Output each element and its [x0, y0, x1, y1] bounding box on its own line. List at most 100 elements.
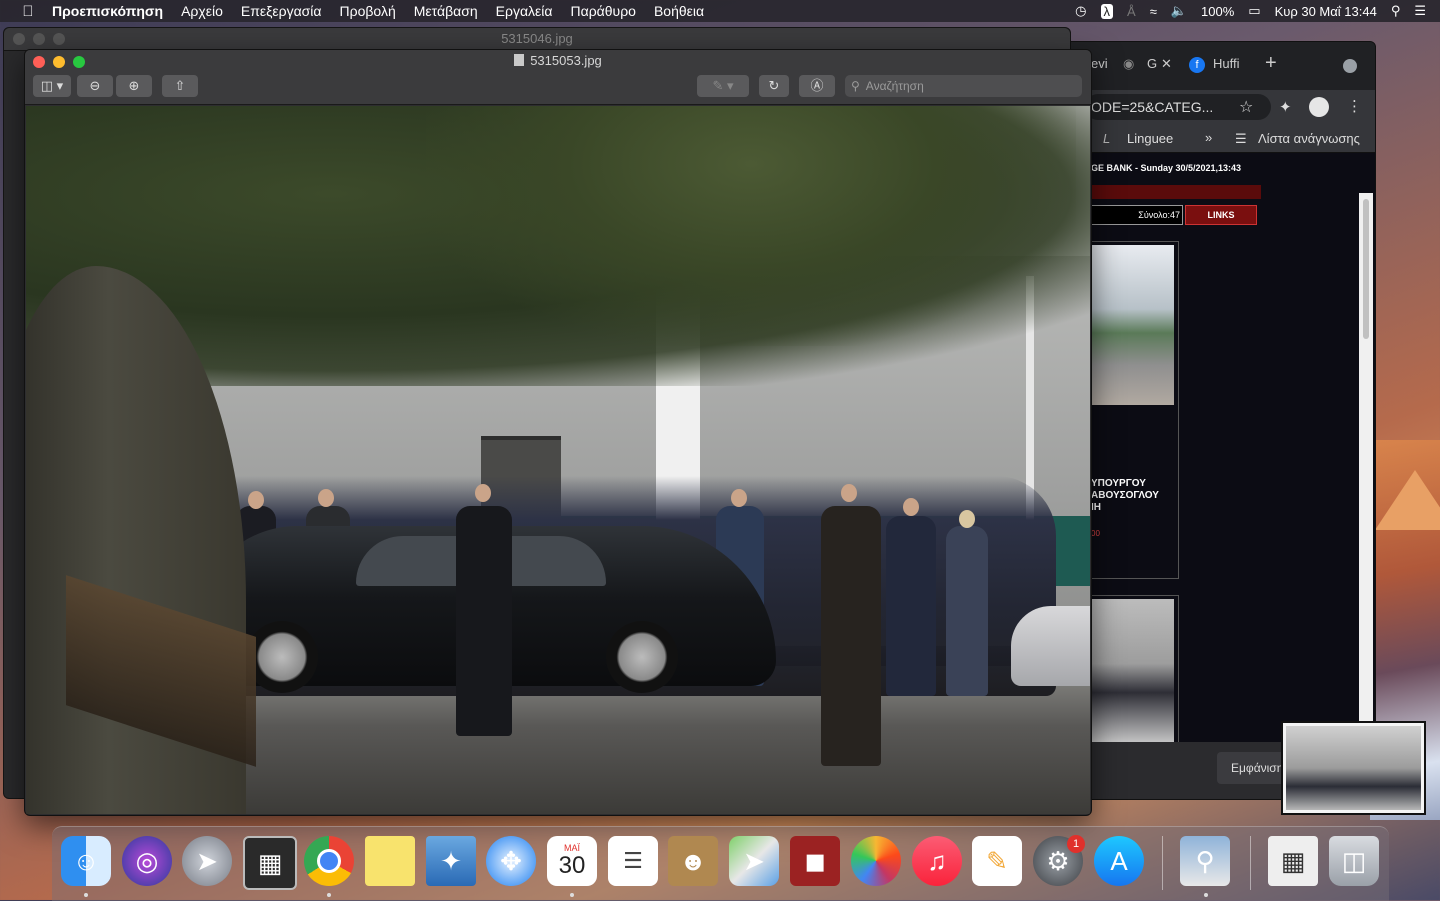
bookmark-linguee[interactable]: Linguee — [1127, 131, 1173, 146]
pages-icon[interactable]: ✎ — [972, 836, 1022, 886]
notification-center-icon[interactable]: ☰ — [1414, 3, 1426, 19]
sidebar-toggle-button[interactable]: ◫ ▾ — [33, 75, 71, 97]
notes-icon[interactable] — [365, 836, 415, 886]
new-tab-icon[interactable]: + — [1265, 52, 1277, 75]
siri-icon[interactable]: ◎ — [122, 836, 172, 886]
preview-icon[interactable]: ⚲ — [1180, 836, 1230, 886]
maps-icon[interactable]: ➤ — [729, 836, 779, 886]
chrome-menu-icon[interactable]: ⋮ — [1347, 97, 1362, 115]
photo-car-wheel — [606, 621, 678, 693]
safari-icon[interactable]: ✥ — [486, 836, 536, 886]
document-icon — [514, 54, 525, 66]
running-indicator — [327, 893, 331, 897]
wifi-icon[interactable]: ≈ — [1150, 4, 1157, 19]
menu-help[interactable]: Βοήθεια — [654, 3, 704, 19]
news-card-text: ΥΠΟΥΡΓΟΥ ΑΒΟΥΣΟΓΛΟΥ ΙΗ — [1091, 478, 1159, 513]
wallpaper-mountain-peak — [1375, 470, 1440, 530]
battery-percent[interactable]: 100% — [1201, 4, 1234, 19]
tab-search-icon[interactable] — [1343, 59, 1357, 73]
dock-separator — [1250, 836, 1251, 890]
mail-stamp-icon[interactable]: ✦ — [426, 836, 476, 886]
extensions-icon[interactable]: ✦ — [1279, 98, 1292, 116]
trash-icon[interactable]: ◫ — [1329, 836, 1379, 886]
menu-view[interactable]: Προβολή — [340, 3, 396, 19]
news-photo[interactable] — [1091, 599, 1174, 743]
time-machine-icon[interactable]: ◷ — [1075, 3, 1086, 19]
running-indicator — [570, 893, 574, 897]
menu-edit[interactable]: Επεξεργασία — [241, 3, 322, 19]
music-icon[interactable]: ♫ — [912, 836, 962, 886]
clock[interactable]: Κυρ 30 Μαΐ 13:44 — [1275, 4, 1377, 19]
menu-window[interactable]: Παράθυρο — [570, 3, 635, 19]
contacts-icon[interactable]: ☻ — [668, 836, 718, 886]
preview-titlebar[interactable]: 5315053.jpg ◫ ▾ ⊖ ⊕ ⇧ ✎ ▾ ↻ Ⓐ ⚲ Αναζήτηση — [25, 50, 1091, 105]
tab-partial[interactable]: evi — [1091, 56, 1108, 71]
finder-icon[interactable]: ☺ — [61, 836, 111, 886]
spotlight-search-icon[interactable]: ⚲ — [1391, 3, 1401, 19]
app-menu[interactable]: Προεπισκόπηση — [52, 3, 163, 19]
app-store-icon[interactable]: A — [1094, 836, 1144, 886]
photo-person-head — [731, 489, 747, 507]
photo-person — [946, 526, 988, 696]
photo-person-head — [318, 489, 334, 507]
photos-icon[interactable] — [851, 836, 901, 886]
close-tab-icon[interactable]: ✕ — [1161, 56, 1172, 72]
zoom-in-button[interactable]: ⊕ — [116, 75, 152, 97]
bookmark-star-icon[interactable]: ☆ — [1239, 97, 1253, 117]
preview-window[interactable]: 5315053.jpg ◫ ▾ ⊖ ⊕ ⇧ ✎ ▾ ↻ Ⓐ ⚲ Αναζήτηση — [24, 49, 1092, 816]
menu-file[interactable]: Αρχείο — [181, 3, 223, 19]
preview-image[interactable] — [26, 106, 1090, 814]
markup-toolbar-button[interactable]: Ⓐ — [799, 75, 835, 97]
volume-icon[interactable]: 🔈 — [1171, 3, 1187, 19]
search-field[interactable]: ⚲ Αναζήτηση — [845, 75, 1082, 97]
lambda-icon[interactable]: λ — [1100, 3, 1114, 19]
photo-booth-icon[interactable]: ◼ — [790, 836, 840, 886]
bookmarks-overflow[interactable]: » — [1205, 130, 1212, 145]
running-indicator — [1204, 893, 1208, 897]
photo-person-head — [903, 498, 919, 516]
calendar-icon[interactable]: ΜΑΪ 30 — [547, 836, 597, 886]
chrome-icon[interactable] — [304, 836, 354, 886]
search-icon: ⚲ — [851, 79, 860, 93]
chrome-window[interactable]: evi ◉ G ✕ f Huffi + ODE=25&CATEG... ☆ ✦ … — [1070, 41, 1376, 800]
scrollbar-thumb[interactable] — [1363, 199, 1369, 339]
tab-huffpost[interactable]: Huffi — [1213, 56, 1240, 71]
menu-bar:  Προεπισκόπηση Αρχείο Επεξεργασία Προβο… — [0, 0, 1440, 22]
photo-bodyguard — [456, 506, 512, 736]
news-photo[interactable] — [1091, 245, 1174, 405]
photo-bodyguard — [821, 506, 881, 766]
window-title: 5315053.jpg — [25, 53, 1091, 68]
links-button[interactable]: LINKS — [1185, 205, 1257, 225]
menu-go[interactable]: Μετάβαση — [414, 3, 478, 19]
page-date-header: GE BANK - Sunday 30/5/2021,13:43 — [1091, 163, 1242, 173]
facebook-icon: f — [1189, 57, 1205, 73]
battery-icon[interactable]: ▭ — [1248, 3, 1260, 19]
downloads-stack-icon[interactable]: ▦ — [1268, 836, 1318, 886]
launchpad-icon[interactable]: ➤ — [182, 836, 232, 886]
photo-person-head — [959, 510, 975, 528]
system-preferences-badge: 1 — [1067, 835, 1085, 853]
menu-tools[interactable]: Εργαλεία — [496, 3, 553, 19]
zoom-out-button[interactable]: ⊖ — [77, 75, 113, 97]
apple-menu-icon[interactable]:  — [18, 3, 38, 20]
running-indicator — [84, 893, 88, 897]
page-red-band — [1091, 185, 1261, 199]
linguee-icon: L — [1103, 131, 1111, 146]
photo-person — [886, 516, 936, 696]
tab-google[interactable]: G — [1147, 56, 1157, 71]
reminders-icon[interactable]: ☰ — [608, 836, 658, 886]
screenshot-thumbnail[interactable] — [1281, 721, 1426, 815]
photo-person-head — [841, 484, 857, 502]
bluetooth-icon[interactable]: Å — [1127, 4, 1136, 19]
chrome-page: GE BANK - Sunday 30/5/2021,13:43 Σύνολο:… — [1071, 153, 1375, 745]
markup-pen-button[interactable]: ✎ ▾ — [697, 75, 749, 97]
profile-avatar[interactable] — [1309, 97, 1329, 117]
reading-list[interactable]: Λίστα ανάγνωσης — [1258, 131, 1360, 146]
thumbnail-image — [1286, 726, 1421, 810]
photo-person-head — [475, 484, 491, 502]
rotate-button[interactable]: ↻ — [759, 75, 789, 97]
mission-control-icon[interactable]: ▦ — [243, 836, 297, 890]
background-window-titlebar[interactable]: 5315046.jpg — [4, 28, 1070, 51]
share-button[interactable]: ⇧ — [162, 75, 198, 97]
globe-icon: ◉ — [1123, 56, 1135, 71]
